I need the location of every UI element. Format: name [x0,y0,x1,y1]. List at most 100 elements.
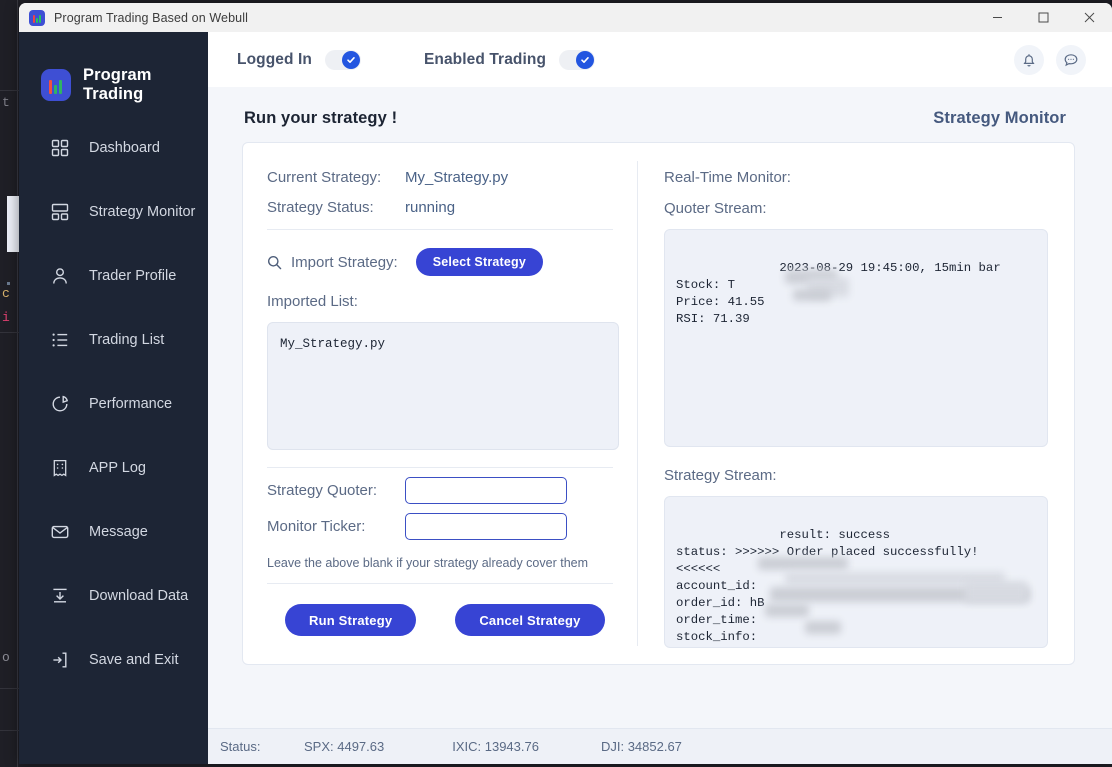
current-strategy-label: Current Strategy: [267,169,382,186]
sidebar-item-strategy-monitor[interactable]: Strategy Monitor [19,180,208,244]
sidebar: Program Trading Dashboard Strategy Monit… [19,32,208,764]
redaction-overlay [758,557,848,570]
logged-in-label: Logged In [237,50,312,68]
divider [267,583,613,584]
search-icon [267,255,282,270]
background-divider [0,332,19,333]
strategy-stream-output[interactable]: result: success status: >>>>>> Order pla… [664,496,1048,648]
minimize-icon[interactable] [974,3,1020,32]
sidebar-item-label: Trader Profile [89,268,177,284]
chat-icon[interactable] [1056,44,1086,75]
sidebar-item-label: Strategy Monitor [89,204,196,220]
status-ticker-spx: SPX: 4497.63 [304,739,385,754]
realtime-monitor-panel: Real-Time Monitor: Quoter Stream: 2023-0… [638,143,1074,664]
bell-icon[interactable] [1014,44,1044,75]
sidebar-item-label: Performance [89,396,173,412]
close-icon[interactable] [1066,3,1112,32]
logged-in-switch[interactable] [324,49,361,70]
imported-list-label: Imported List: [267,293,358,310]
background-text-fragment: o [2,650,10,665]
envelope-icon [50,522,70,542]
run-strategy-button[interactable]: Run Strategy [285,604,417,636]
cancel-strategy-button[interactable]: Cancel Strategy [455,604,605,636]
top-bar: Logged In Enabled Trading [208,32,1112,87]
download-icon [50,586,70,606]
sidebar-item-trading-list[interactable]: Trading List [19,308,208,372]
quoter-stream-output[interactable]: 2023-08-29 19:45:00, 15min bar Stock: T … [664,229,1048,447]
redaction-overlay [765,604,809,617]
monitor-ticker-row: Monitor Ticker: [267,513,637,540]
app-logo-icon [29,9,45,26]
maximize-icon[interactable] [1020,3,1066,32]
blank-fields-hint: Leave the above blank if your strategy a… [267,556,589,570]
check-icon [576,50,595,69]
list-icon [50,330,70,350]
check-icon [341,50,360,69]
redaction-overlay [793,289,831,301]
status-ticker-ixic: IXIC: 13943.76 [452,739,539,754]
sidebar-item-label: Message [89,524,148,540]
sidebar-item-save-and-exit[interactable]: Save and Exit [19,628,208,692]
background-text-fragment: c [2,286,10,301]
strategy-quoter-label: Strategy Quoter: [267,482,378,499]
import-strategy-row: Import Strategy: Select Strategy [267,248,637,276]
imported-list-box[interactable]: My_Strategy.py [267,322,619,450]
status-ticker-dji: DJI: 34852.67 [600,739,682,754]
sidebar-item-message[interactable]: Message [19,500,208,564]
window-controls [974,3,1112,32]
sidebar-item-performance[interactable]: Performance [19,372,208,436]
background-divider [0,688,19,689]
sidebar-item-trader-profile[interactable]: Trader Profile [19,244,208,308]
background-marker-dot [7,282,10,285]
application-window: Program Trading Based on Webull Program … [19,3,1112,764]
sidebar-item-label: Trading List [89,332,165,348]
content-area: Run your strategy ! Strategy Monitor Cur… [208,87,1112,728]
divider [267,229,613,230]
enabled-trading-label: Enabled Trading [423,50,547,68]
brand-name: Program Trading [82,65,152,103]
current-strategy-row: Current Strategy: My_Strategy.py [267,169,637,186]
sidebar-item-label: Dashboard [89,140,160,156]
background-divider [0,90,19,91]
enabled-trading-switch[interactable] [559,49,596,70]
monitor-ticker-input[interactable] [405,513,567,540]
background-divider [0,730,19,731]
background-text-fragment: i [2,310,10,325]
strategy-quoter-row: Strategy Quoter: [267,477,637,504]
strategy-quoter-input[interactable] [405,477,567,504]
background-gutter [17,0,18,767]
realtime-monitor-title: Real-Time Monitor: [664,169,791,186]
select-strategy-button[interactable]: Select Strategy [415,248,544,276]
background-highlight-chip [7,196,19,252]
sidebar-item-download-data[interactable]: Download Data [19,564,208,628]
user-icon [50,266,70,286]
sidebar-item-app-log[interactable]: APP Log [19,436,208,500]
section-title: Strategy Monitor [933,109,1066,127]
pie-chart-icon [50,394,70,414]
sidebar-item-dashboard[interactable]: Dashboard [19,116,208,180]
sidebar-item-label: Download Data [89,588,189,604]
status-label: Status: [220,739,261,754]
import-strategy-label: Import Strategy: [291,253,398,271]
redaction-overlay [805,621,841,634]
divider [267,467,613,468]
strategy-card: Current Strategy: My_Strategy.py Strateg… [242,142,1075,665]
page-header: Run your strategy ! Strategy Monitor [232,87,1088,128]
page-title: Run your strategy ! [244,109,398,127]
background-text-fragment: t [2,95,10,110]
strategy-status-label: Strategy Status: [267,199,374,216]
logged-in-toggle-group: Logged In [237,49,361,70]
sidebar-item-label: APP Log [89,460,146,476]
current-strategy-value: My_Strategy.py [405,169,509,186]
strategy-config-panel: Current Strategy: My_Strategy.py Strateg… [243,143,637,664]
strategy-status-value: running [405,199,456,216]
redaction-overlay [965,581,1027,603]
quoter-stream-label: Quoter Stream: [664,200,767,217]
status-bar: Status: SPX: 4497.63 IXIC: 13943.76 DJI:… [208,728,1112,764]
layout-icon [50,202,70,222]
receipt-icon [50,458,70,478]
title-bar: Program Trading Based on Webull [19,3,1112,32]
brand: Program Trading [19,32,208,116]
enabled-trading-toggle-group: Enabled Trading [423,49,596,70]
main-area: Logged In Enabled Trading Run your strat… [208,32,1112,764]
